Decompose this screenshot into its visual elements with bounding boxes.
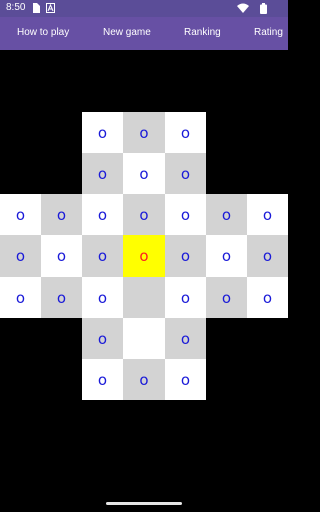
rating-button[interactable]: Rating bbox=[254, 27, 283, 38]
board-cell[interactable]: o bbox=[165, 194, 206, 235]
board-cell[interactable]: o bbox=[41, 277, 82, 318]
board-cell[interactable]: o bbox=[165, 318, 206, 359]
board-cell[interactable]: o bbox=[82, 359, 123, 400]
app-bar: How to play New game Ranking Rating bbox=[0, 17, 288, 50]
board-cell[interactable]: o bbox=[82, 277, 123, 318]
board-cell[interactable]: o bbox=[247, 235, 288, 277]
board-cell[interactable]: o bbox=[206, 235, 247, 277]
board-cell[interactable]: o bbox=[206, 194, 247, 235]
board-cell[interactable]: o bbox=[41, 194, 82, 235]
text-a-icon bbox=[46, 3, 55, 16]
status-bar: 8:50 bbox=[0, 0, 288, 17]
battery-icon bbox=[260, 3, 267, 17]
board-cell[interactable]: o bbox=[165, 153, 206, 194]
board-cell[interactable]: o bbox=[0, 235, 41, 277]
board-cell[interactable]: o bbox=[123, 359, 165, 400]
ranking-button[interactable]: Ranking bbox=[184, 27, 221, 38]
board-cell[interactable]: o bbox=[123, 153, 165, 194]
board-cell[interactable]: o bbox=[165, 112, 206, 153]
board-cell[interactable]: o bbox=[82, 112, 123, 153]
game-board: ooooooooooooooooooooooooooooooo bbox=[0, 112, 288, 400]
board-cell[interactable]: o bbox=[123, 235, 165, 277]
board-cell[interactable]: o bbox=[123, 112, 165, 153]
board-cell[interactable]: o bbox=[82, 153, 123, 194]
board-cell[interactable]: o bbox=[0, 194, 41, 235]
new-game-button[interactable]: New game bbox=[103, 27, 151, 38]
board-cell[interactable]: o bbox=[165, 277, 206, 318]
board-cell[interactable]: o bbox=[82, 318, 123, 359]
board-cell[interactable]: o bbox=[82, 194, 123, 235]
status-time: 8:50 bbox=[6, 2, 26, 13]
how-to-play-button[interactable]: How to play bbox=[17, 27, 69, 38]
board-cell[interactable] bbox=[123, 318, 165, 359]
board-cell[interactable]: o bbox=[206, 277, 247, 318]
board-cell[interactable]: o bbox=[82, 235, 123, 277]
navigation-handle[interactable] bbox=[106, 502, 182, 505]
wifi-icon bbox=[237, 3, 249, 16]
sim-card-icon bbox=[32, 3, 40, 16]
board-cell[interactable]: o bbox=[247, 277, 288, 318]
board-cell[interactable]: o bbox=[165, 359, 206, 400]
board-cell[interactable]: o bbox=[123, 194, 165, 235]
board-cell[interactable]: o bbox=[0, 277, 41, 318]
board-cell[interactable]: o bbox=[165, 235, 206, 277]
board-cell[interactable] bbox=[123, 277, 165, 318]
board-cell[interactable]: o bbox=[41, 235, 82, 277]
board-cell[interactable]: o bbox=[247, 194, 288, 235]
